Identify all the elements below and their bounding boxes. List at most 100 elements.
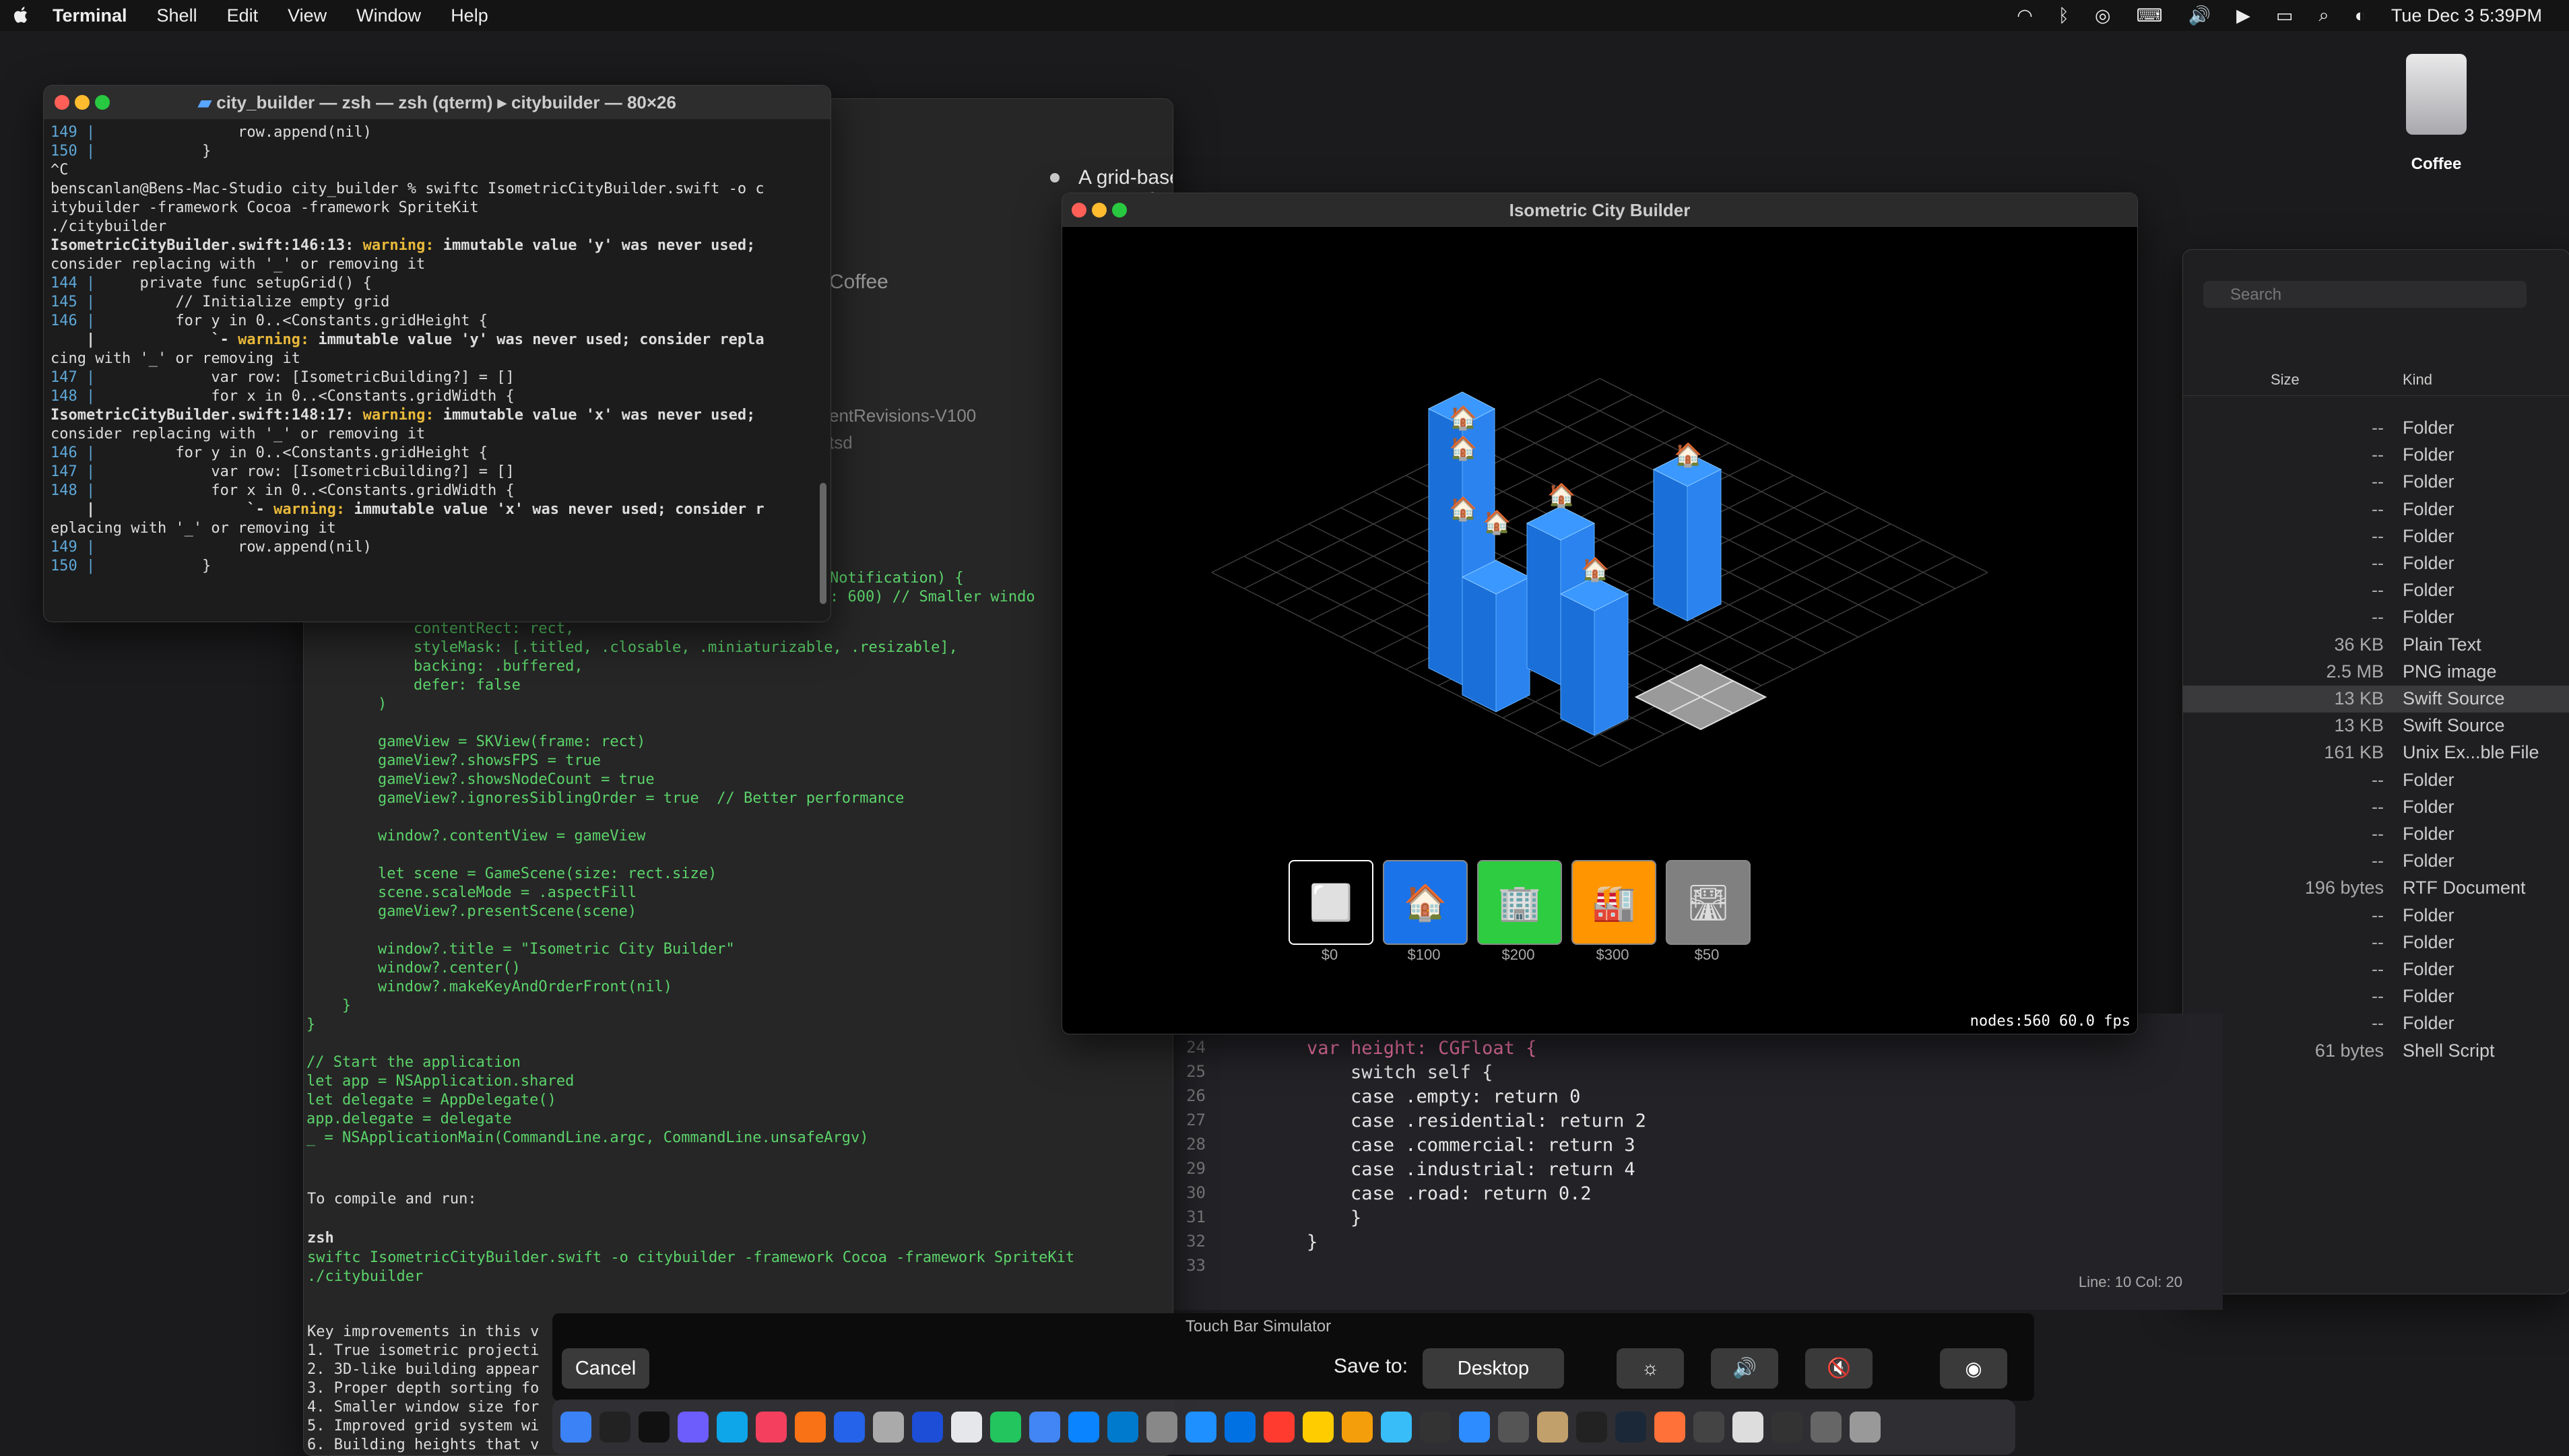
menu-app-name[interactable]: Terminal [53,5,127,26]
dock-app-icon[interactable] [1420,1412,1451,1443]
keyboard-icon[interactable]: ⌨ [2137,5,2163,26]
finder-row[interactable]: 161 KB Unix Ex...ble File [2183,739,2569,766]
dock-app-icon[interactable] [990,1412,1021,1443]
dock-app-icon[interactable] [1068,1412,1099,1443]
finder-row[interactable]: 13 KB Swift Source [2183,713,2569,739]
terminal-output[interactable]: 149 | row.append(nil) 150 | } ^C benscanlan… [51,123,818,576]
code-line[interactable]: case .road: return 0.2 [1307,1183,1592,1207]
tool-button-office[interactable]: 🏢 [1477,860,1562,945]
menu-window[interactable]: Window [356,5,421,26]
finder-row[interactable]: -- Folder [2183,442,2569,469]
brightness-icon[interactable]: ☼ [1617,1348,1684,1389]
code-line[interactable]: switch self { [1307,1062,1493,1086]
isometric-grid[interactable]: 🏠🏠 🏠🏠 🏠🏠 🏠 [1062,227,2137,847]
dock-app-icon[interactable] [1537,1412,1568,1443]
desktop-drive[interactable]: Coffee [2393,47,2480,173]
dock-app-icon[interactable] [1811,1412,1842,1443]
dock-app-icon[interactable] [1693,1412,1724,1443]
finder-row[interactable]: 2.5 MB PNG image [2183,659,2569,686]
tool-button-factory[interactable]: 🏭 [1571,860,1656,945]
dock-app-icon[interactable] [1029,1412,1060,1443]
dock-app-icon[interactable] [1498,1412,1529,1443]
code-line[interactable]: case .residential: return 2 [1307,1111,1646,1135]
dock-app-icon[interactable] [560,1412,591,1443]
finder-row[interactable]: 13 KB Swift Source [2183,686,2569,713]
volume-icon[interactable]: 🔊 [2188,5,2211,26]
dock-app-icon[interactable] [912,1412,943,1443]
wifi-icon[interactable]: ◠ [2017,5,2033,26]
finder-row[interactable]: -- Folder [2183,1010,2569,1037]
dock-app-icon[interactable] [1185,1412,1216,1443]
minimize-button[interactable] [75,95,90,110]
dock-app-icon[interactable] [717,1412,748,1443]
minimize-button[interactable] [1092,203,1107,218]
code-line[interactable]: } [1307,1207,1361,1232]
list-item[interactable]: tsd [829,432,853,453]
finder-row[interactable]: -- Folder [2183,415,2569,442]
dock-app-icon[interactable] [1225,1412,1256,1443]
finder-row[interactable]: -- Folder [2183,902,2569,929]
game-titlebar[interactable]: Isometric City Builder [1062,193,2137,227]
building-tower[interactable] [1652,452,1722,622]
play-icon[interactable]: ▶ [2236,5,2250,26]
code-line[interactable]: case .empty: return 0 [1307,1086,1580,1111]
siri-icon[interactable]: ◉ [1940,1348,2007,1389]
menu-help[interactable]: Help [451,5,488,26]
finder-row[interactable]: -- Folder [2183,929,2569,956]
menu-edit[interactable]: Edit [227,5,259,26]
zoom-button[interactable] [95,95,110,110]
finder-row[interactable]: -- Folder [2183,956,2569,983]
dock-app-icon[interactable] [1771,1412,1802,1443]
dock-app-icon[interactable] [1850,1412,1881,1443]
kind-column-header[interactable]: Kind [2403,371,2432,389]
dock-app-icon[interactable] [1342,1412,1373,1443]
finder-search-field[interactable]: Search [2203,281,2527,308]
finder-row[interactable]: -- Folder [2183,604,2569,631]
dock-app-icon[interactable] [951,1412,982,1443]
finder-row[interactable]: -- Folder [2183,577,2569,604]
bluetooth-icon[interactable]: ᛒ [2058,5,2069,26]
dock-app-icon[interactable] [599,1412,630,1443]
building-tower[interactable] [1559,576,1629,736]
finder-row[interactable]: -- Folder [2183,983,2569,1010]
dock-app-icon[interactable] [795,1412,826,1443]
apple-menu-icon[interactable] [12,5,30,26]
dock-app-icon[interactable] [1459,1412,1490,1443]
finder-row[interactable]: -- Folder [2183,496,2569,523]
dock-app-icon[interactable] [1146,1412,1177,1443]
dock-app-icon[interactable] [756,1412,787,1443]
tool-button-empty[interactable]: ⬜ [1289,860,1373,945]
display-icon[interactable]: ▭ [2276,5,2294,26]
tool-button-road[interactable]: 🛣 [1666,860,1751,945]
dock-app-icon[interactable] [1264,1412,1295,1443]
finder-row[interactable]: 36 KB Plain Text [2183,632,2569,659]
finder-row[interactable]: -- Folder [2183,523,2569,550]
dock-app-icon[interactable] [1576,1412,1607,1443]
close-button[interactable] [55,95,69,110]
finder-row[interactable]: -- Folder [2183,550,2569,577]
list-item[interactable]: entRevisions-V100 [829,405,976,426]
finder-row[interactable]: -- Folder [2183,794,2569,821]
zoom-button[interactable] [1112,203,1127,218]
finder-row[interactable]: -- Folder [2183,821,2569,848]
terminal-scrollbar[interactable] [820,483,826,604]
mute-icon[interactable]: 🔇 [1805,1348,1873,1389]
control-center-icon[interactable]: ◐ [2355,5,2366,26]
finder-row[interactable]: -- Folder [2183,469,2569,496]
finder-row[interactable]: -- Folder [2183,767,2569,794]
dock-app-icon[interactable] [678,1412,709,1443]
dock-app-icon[interactable] [639,1412,670,1443]
finder-row[interactable]: 61 bytes Shell Script [2183,1038,2569,1065]
dock-app-icon[interactable] [834,1412,865,1443]
dock-app-icon[interactable] [1303,1412,1334,1443]
dock-app-icon[interactable] [1381,1412,1412,1443]
size-column-header[interactable]: Size [2271,371,2300,389]
dock-app-icon[interactable] [1615,1412,1646,1443]
code-line[interactable]: var height: CGFloat { [1307,1038,1536,1062]
close-button[interactable] [1072,203,1086,218]
search-icon[interactable]: ⌕ [2318,5,2329,26]
airdrop-icon[interactable]: ◎ [2095,5,2111,26]
building-tower[interactable] [1461,560,1531,713]
dock-app-icon[interactable] [873,1412,904,1443]
menu-view[interactable]: View [288,5,327,26]
